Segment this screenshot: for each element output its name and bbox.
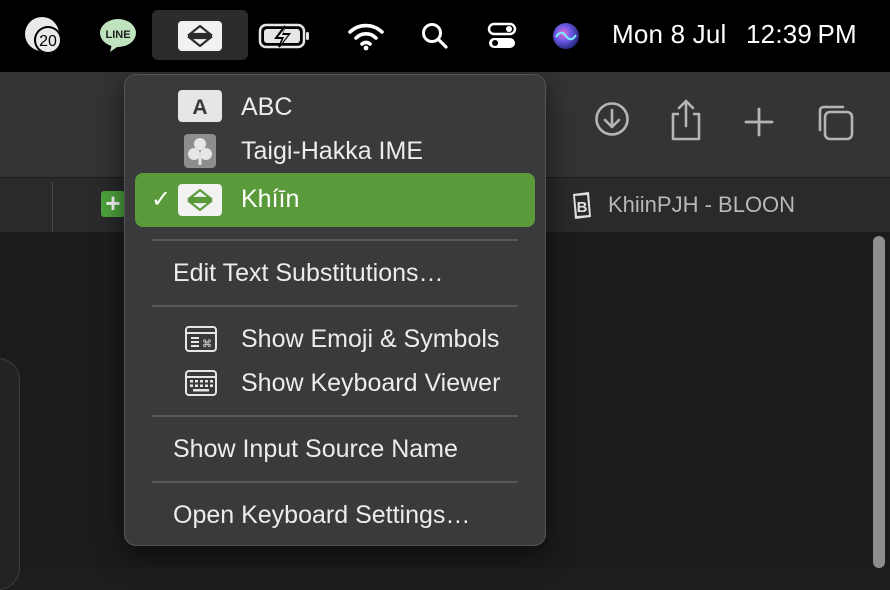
tab-separator <box>52 182 53 232</box>
menu-bar: 20 LINE Mon 8 Jul 12:39 PM <box>0 0 890 72</box>
menu-separator <box>152 305 518 307</box>
svg-text:B: B <box>577 199 588 216</box>
menu-item-label: Edit Text Substitutions… <box>173 259 444 287</box>
new-tab-icon[interactable] <box>744 107 774 142</box>
line-app-icon[interactable]: LINE <box>98 0 138 72</box>
menu-item-label: Show Keyboard Viewer <box>241 369 501 397</box>
khiin-ime-icon <box>178 184 222 221</box>
clock-time: 12:39 PM <box>746 19 857 49</box>
svg-text:LINE: LINE <box>105 29 130 41</box>
menu-item-show-input-source-name[interactable]: Show Input Source Name <box>125 429 545 469</box>
svg-text:A: A <box>192 96 207 119</box>
svg-text:20: 20 <box>39 33 57 50</box>
menu-item-edit-text-substitutions[interactable]: Edit Text Substitutions… <box>125 253 545 293</box>
wifi-icon[interactable] <box>346 0 386 72</box>
battery-charging-icon[interactable] <box>258 0 312 72</box>
menu-item-show-emoji-symbols[interactable]: ⌘ Show Emoji & Symbols <box>125 319 545 359</box>
clock-date: Mon 8 Jul <box>612 19 727 49</box>
tab-favicon-icon: + <box>101 190 125 217</box>
bloon-favicon-icon: B <box>570 190 594 225</box>
input-source-icon[interactable] <box>176 0 224 72</box>
check-mark-icon: ✓ <box>151 186 172 213</box>
taigi-hakka-ime-icon <box>184 134 216 173</box>
menu-item-label: Show Input Source Name <box>173 435 458 463</box>
keyboard-viewer-icon <box>185 370 217 401</box>
menu-item-khiin[interactable]: ✓ Khíīn <box>135 173 535 227</box>
tab-overview-icon[interactable] <box>816 103 856 148</box>
menu-separator <box>152 481 518 483</box>
scrollbar[interactable] <box>873 236 885 568</box>
share-icon[interactable] <box>668 98 704 147</box>
notification-badge-icon[interactable]: 20 <box>22 0 66 72</box>
emoji-symbols-icon: ⌘ <box>185 326 217 357</box>
menu-item-label: Khíīn <box>241 185 300 213</box>
menu-item-label: ABC <box>241 93 293 121</box>
menu-item-taigi-hakka-ime[interactable]: Taigi-Hakka IME <box>125 131 545 171</box>
menu-item-label: Taigi-Hakka IME <box>241 137 423 165</box>
spotlight-search-icon[interactable] <box>420 0 450 72</box>
abc-letter-icon: A <box>178 90 222 127</box>
control-center-icon[interactable] <box>486 0 518 72</box>
siri-icon[interactable] <box>550 0 582 72</box>
menu-item-show-keyboard-viewer[interactable]: Show Keyboard Viewer <box>125 363 545 403</box>
tab-title[interactable]: KhiinPJH - BLOON <box>608 192 795 218</box>
side-panel <box>0 358 20 590</box>
menu-separator <box>152 415 518 417</box>
menu-item-label: Show Emoji & Symbols <box>241 325 500 353</box>
menu-separator <box>152 239 518 241</box>
menu-item-open-keyboard-settings[interactable]: Open Keyboard Settings… <box>125 495 545 535</box>
download-icon[interactable] <box>593 100 631 143</box>
menu-item-abc[interactable]: A ABC <box>125 87 545 127</box>
svg-text:⌘: ⌘ <box>202 339 212 350</box>
menu-item-label: Open Keyboard Settings… <box>173 501 471 529</box>
input-source-menu: A ABC Taigi-Hakka IME ✓ Khíīn Edit Tex… <box>124 74 546 546</box>
